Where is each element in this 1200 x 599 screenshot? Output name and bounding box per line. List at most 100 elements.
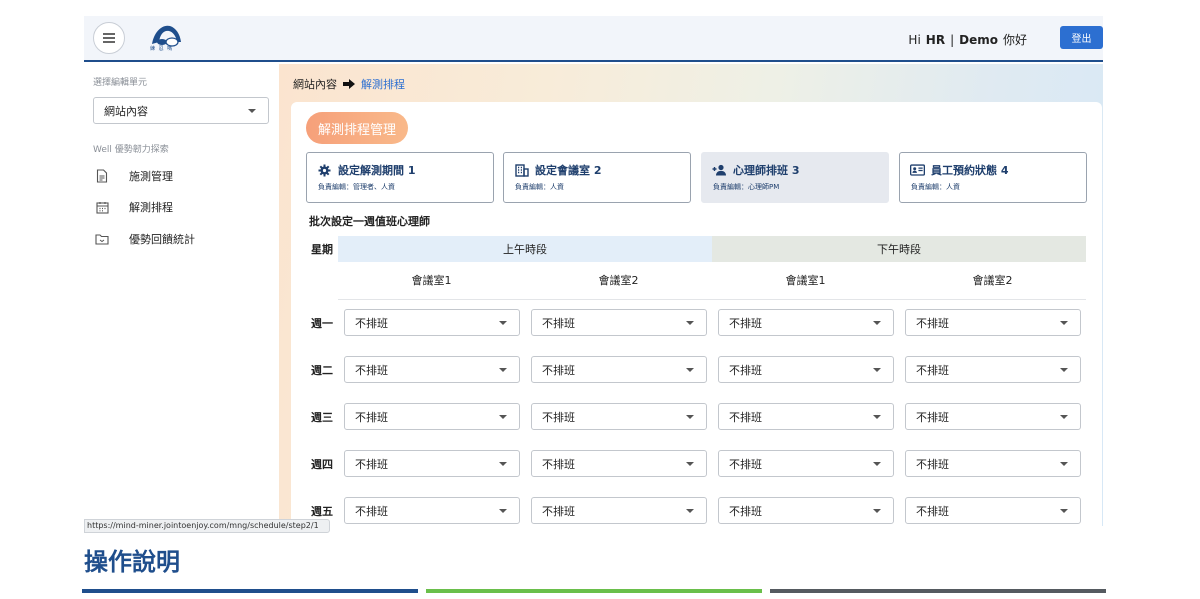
psychologist-select[interactable]: 不排班 [718, 356, 894, 383]
schedule-cell: 不排班 [899, 440, 1086, 487]
caret-down-icon [686, 321, 694, 326]
psychologist-select-value: 不排班 [355, 316, 388, 330]
gear-icon [317, 164, 332, 177]
psychologist-select[interactable]: 不排班 [905, 450, 1081, 477]
psychologist-select-value: 不排班 [542, 457, 575, 471]
psychologist-select-value: 不排班 [916, 316, 949, 330]
sidebar-section-label: Well 優勢韌力探索 [93, 145, 169, 155]
caret-down-icon [873, 509, 881, 513]
breadcrumb-root[interactable]: 網站內容 [293, 76, 337, 92]
psychologist-select[interactable]: 不排班 [905, 356, 1081, 383]
caret-down-icon [1060, 415, 1068, 419]
instructions-heading: 操作說明 [84, 548, 180, 576]
step-set-rooms[interactable]: 設定會議室 2 負責編輯：人資 [503, 152, 691, 203]
schedule-cell: 不排班 [338, 440, 525, 487]
psychologist-select[interactable]: 不排班 [531, 309, 707, 337]
caret-down-icon [499, 415, 507, 419]
step-label: 員工預約狀態 4 [931, 164, 1009, 177]
psychologist-select[interactable]: 不排班 [718, 497, 894, 524]
step-psychologist-shifts[interactable]: 心理師排班 3 負責編輯：心理師PM [701, 152, 889, 203]
folder-icon [95, 232, 109, 246]
step-editor-note: 負責編輯：人資 [911, 183, 960, 191]
psychologist-select-value: 不排班 [916, 410, 949, 424]
room-header: 會議室1 [712, 262, 899, 300]
caret-down-icon [1060, 321, 1068, 326]
greeting-hi: Hi [908, 32, 921, 47]
psychologist-select[interactable]: 不排班 [344, 356, 520, 383]
schedule-cell: 不排班 [525, 393, 712, 440]
logout-button[interactable]: 登出 [1060, 26, 1103, 49]
caret-down-icon [873, 462, 881, 466]
psychologist-select-value: 不排班 [355, 410, 388, 424]
schedule-cell: 不排班 [525, 346, 712, 393]
sidebar-item-label: 優勢回饋統計 [129, 233, 195, 246]
menu-button[interactable] [93, 22, 125, 54]
psychologist-select[interactable]: 不排班 [344, 403, 520, 430]
unit-select[interactable]: 網站內容 [93, 97, 269, 124]
logo-text: 練 忍 嗎 [150, 46, 174, 52]
schedule-cell: 不排班 [899, 487, 1086, 526]
psychologist-select[interactable]: 不排班 [531, 403, 707, 430]
footer-bar-blue [82, 589, 418, 593]
psychologist-select[interactable]: 不排班 [531, 356, 707, 383]
day-label: 週三 [311, 410, 333, 424]
caret-down-icon [686, 368, 694, 372]
psychologist-select[interactable]: 不排班 [344, 497, 520, 524]
status-bar-url: https://mind-miner.jointoenjoy.com/mng/s… [84, 519, 330, 533]
greeting-separator: | [950, 32, 955, 47]
psychologist-select-value: 不排班 [355, 457, 388, 471]
psychologist-select-value: 不排班 [916, 363, 949, 377]
calendar-icon [95, 200, 109, 214]
psychologist-select-value: 不排班 [729, 457, 762, 471]
psychologist-select[interactable]: 不排班 [905, 309, 1081, 337]
step-booking-status[interactable]: 員工預約狀態 4 負責編輯：人資 [899, 152, 1087, 203]
period-header-row: 星期 上午時段 下午時段 [306, 236, 1086, 262]
greeting-local: 你好 [1002, 33, 1027, 47]
sidebar-item-test-management[interactable]: 施測管理 [93, 165, 273, 187]
caret-down-icon [499, 368, 507, 372]
caret-down-icon [248, 109, 256, 113]
sidebar-item-feedback-stats[interactable]: 優勢回饋統計 [93, 228, 273, 250]
step-editor-note: 負責編輯：心理師PM [713, 183, 780, 191]
schedule-cell: 不排班 [899, 346, 1086, 393]
document-icon [95, 169, 109, 183]
sidebar-item-label: 解測排程 [129, 201, 173, 214]
caret-down-icon [873, 321, 881, 326]
psychologist-select-value: 不排班 [355, 363, 388, 377]
room-header: 會議室1 [338, 262, 525, 300]
psychologist-select[interactable]: 不排班 [905, 497, 1081, 524]
step-set-period[interactable]: 設定解測期間 1 負責編輯：管理者、人資 [306, 152, 494, 203]
psychologist-select-value: 不排班 [729, 363, 762, 377]
psychologist-select-value: 不排班 [916, 457, 949, 471]
psychologist-select[interactable]: 不排班 [531, 450, 707, 477]
schedule-cell: 不排班 [338, 346, 525, 393]
psychologist-select[interactable]: 不排班 [905, 403, 1081, 430]
pm-period-header: 下午時段 [712, 236, 1086, 262]
schedule-cell: 不排班 [712, 346, 899, 393]
breadcrumb: 網站內容 解測排程 [293, 76, 405, 92]
unit-select-value: 網站內容 [104, 104, 148, 118]
content-card: 解測排程管理 設定解測期間 1 負責編輯：管理者、人資 設定會議室 2 負責編輯… [291, 102, 1102, 526]
day-column-header: 星期 [311, 243, 333, 256]
psychologist-select[interactable]: 不排班 [344, 309, 520, 337]
unit-select-label: 選擇編輯單元 [93, 78, 148, 88]
schedule-row: 週三 不排班 不排班 不排班 不排班 [306, 393, 1086, 440]
room-header: 會議室2 [899, 262, 1086, 300]
psychologist-select-value: 不排班 [355, 504, 388, 518]
psychologist-select[interactable]: 不排班 [344, 450, 520, 477]
arrow-right-icon [343, 79, 355, 89]
psychologist-select[interactable]: 不排班 [531, 497, 707, 524]
room-header: 會議室2 [525, 262, 712, 300]
psychologist-select-value: 不排班 [542, 504, 575, 518]
psychologist-select[interactable]: 不排班 [718, 403, 894, 430]
caret-down-icon [499, 321, 507, 326]
psychologist-select[interactable]: 不排班 [718, 309, 894, 337]
psychologist-select[interactable]: 不排班 [718, 450, 894, 477]
schedule-cell: 不排班 [338, 393, 525, 440]
schedule-cell: 不排班 [712, 299, 899, 346]
schedule-table: 星期 上午時段 下午時段 會議室1 會議室2 會議室1 會議室2 週一 不排班 不排… [306, 236, 1086, 526]
sidebar-item-schedule[interactable]: 解測排程 [93, 196, 273, 218]
schedule-cell: 不排班 [338, 299, 525, 346]
schedule-cell: 不排班 [525, 440, 712, 487]
batch-title: 批次設定一週值班心理師 [309, 215, 430, 228]
